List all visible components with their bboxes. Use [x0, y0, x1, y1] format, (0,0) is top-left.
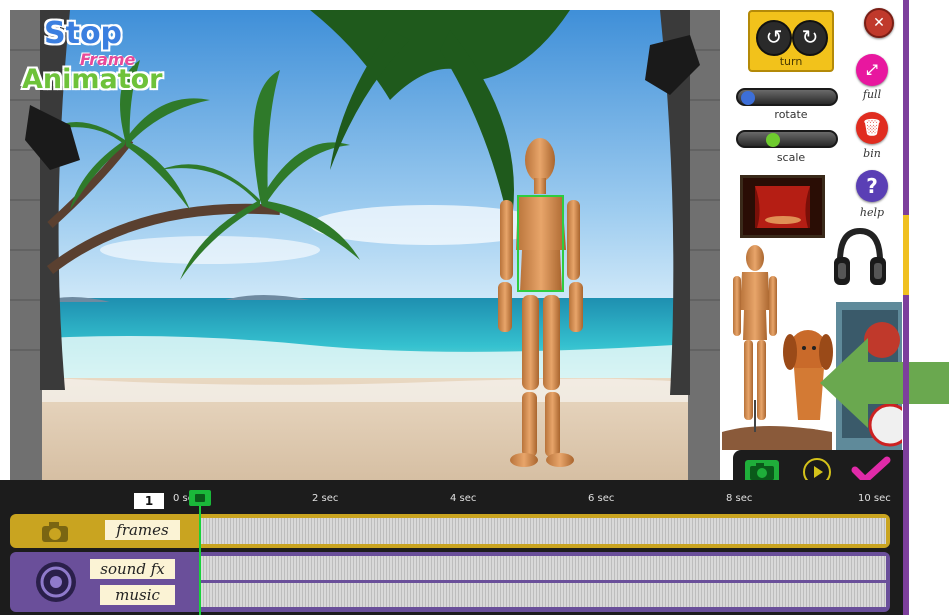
sound-fx-label: sound fx: [90, 559, 175, 579]
turn-right-button[interactable]: ↻: [792, 20, 828, 56]
time-ruler: [200, 508, 891, 512]
frames-track[interactable]: frames: [10, 514, 890, 548]
current-frame-number: 1: [134, 493, 164, 509]
tick-label: 2 sec: [312, 493, 339, 504]
scene-picker-button[interactable]: [740, 175, 825, 238]
playhead-handle[interactable]: [189, 490, 211, 506]
playhead-line: [199, 490, 201, 615]
frames-label: frames: [105, 520, 180, 540]
turn-control: ↺ ↻ turn: [748, 10, 834, 72]
camera-icon: [40, 519, 70, 543]
tick-label: 8 sec: [726, 493, 753, 504]
bin-button[interactable]: 🗑: [856, 112, 888, 144]
side-strip-accent: [903, 215, 909, 295]
arrow-pointer-icon: [820, 338, 949, 432]
rotate-label: rotate: [774, 108, 808, 121]
rotate-slider[interactable]: [736, 88, 838, 106]
turn-left-button[interactable]: ↺: [756, 20, 792, 56]
tick-label: 6 sec: [588, 493, 615, 504]
frames-lane[interactable]: [200, 518, 886, 544]
speaker-icon: [36, 562, 76, 602]
help-label: help: [859, 206, 885, 219]
scale-slider[interactable]: [736, 130, 838, 148]
fullscreen-button[interactable]: ⤢: [856, 54, 888, 86]
mannequin-character: [733, 245, 777, 420]
sound-fx-lane[interactable]: [200, 556, 886, 580]
tick-label: 10 sec: [858, 493, 891, 504]
app-logo: Stop Frame Animator: [22, 16, 163, 95]
scale-label: scale: [776, 151, 806, 164]
scale-slider-knob[interactable]: [766, 133, 780, 147]
turn-label: turn: [779, 55, 803, 68]
audio-tracks: sound fx music: [10, 552, 890, 612]
rotate-slider-knob[interactable]: [741, 91, 755, 105]
full-label: full: [862, 88, 882, 101]
bin-label: bin: [863, 147, 881, 160]
side-strip: [903, 0, 909, 615]
close-button[interactable]: ✕: [864, 8, 894, 38]
tick-label: 4 sec: [450, 493, 477, 504]
music-label: music: [100, 585, 175, 605]
help-button[interactable]: ?: [856, 170, 888, 202]
music-lane[interactable]: [200, 583, 886, 607]
